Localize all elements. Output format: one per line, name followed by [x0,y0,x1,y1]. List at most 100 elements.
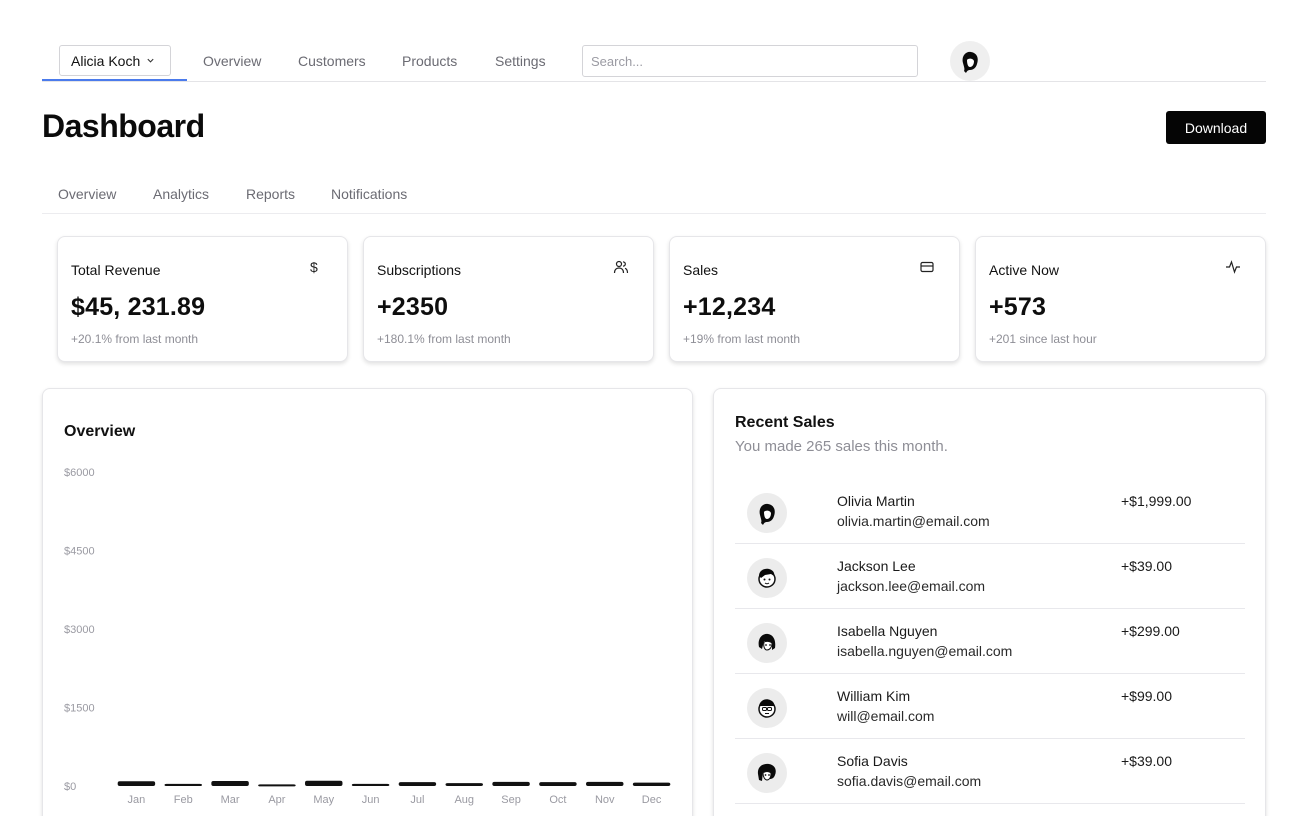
user-avatar[interactable] [950,41,990,81]
bar-jan [117,781,156,786]
stat-label: Total Revenue [71,262,161,278]
x-tick-label: Apr [268,794,285,806]
x-tick-label: Mar [221,794,240,806]
sale-row[interactable]: William Kim will@email.com +$99.00 [735,674,1245,739]
stat-change: +201 since last hour [989,332,1097,346]
bar-sep [492,781,530,786]
avatar-illustration-icon [759,503,775,525]
x-tick-label: Jan [128,794,146,806]
y-tick-label: $3000 [64,624,95,636]
sale-customer-name: William Kim [837,688,911,704]
team-switcher-label: Alicia Koch [71,52,141,69]
y-tick-label: $4500 [64,546,95,558]
stat-label: Sales [683,262,719,278]
stat-card-subscriptions: Subscriptions +2350 +180.1% from last mo… [363,236,654,362]
sale-customer-name: Jackson Lee [837,558,916,574]
avatar-illustration-icon [758,699,776,718]
x-tick-label: Nov [595,794,615,806]
x-tick-label: Dec [642,794,662,806]
bar-may [305,780,343,786]
chevron-down-icon [147,58,154,63]
recent-sales-title: Recent Sales [735,414,835,431]
sale-customer-email: isabella.nguyen@email.com [837,643,1013,659]
sale-amount: +$39.00 [1121,753,1172,769]
active-nav-underline [42,79,187,81]
sale-amount: +$1,999.00 [1121,493,1192,509]
nav-link-overview[interactable]: Overview [203,53,261,69]
y-tick-label: $6000 [64,467,95,479]
sale-customer-email: olivia.martin@email.com [837,513,990,529]
avatar [747,558,787,598]
sale-customer-name: Olivia Martin [837,493,915,509]
stat-value: +2350 [377,293,449,321]
activity-icon [1225,259,1241,275]
stat-label: Active Now [989,262,1060,278]
bar-jul [398,782,437,786]
stat-value: $45, 231.89 [71,293,206,321]
recent-sales-card: Recent Sales You made 265 sales this mon… [713,388,1266,816]
bar-oct [539,782,577,786]
svg-text:$: $ [310,259,318,275]
sale-amount: +$99.00 [1121,688,1172,704]
sale-customer-email: sofia.davis@email.com [837,773,982,789]
stat-change: +180.1% from last month [377,332,511,346]
sale-amount: +$39.00 [1121,558,1172,574]
page-title: Dashboard [42,108,205,144]
download-button[interactable]: Download [1166,111,1266,144]
tab-notifications[interactable]: Notifications [331,186,407,202]
stat-change: +20.1% from last month [71,332,199,346]
tab-analytics[interactable]: Analytics [153,186,209,202]
bar-apr [258,784,296,787]
stat-value: +12,234 [683,293,776,321]
stat-card-active-now: Active Now +573 +201 since last hour [975,236,1266,362]
stat-change: +19% from last month [683,332,801,346]
bar-dec [632,782,671,786]
avatar-illustration-icon [757,763,776,781]
x-tick-label: Sep [501,794,521,806]
avatar [747,688,787,728]
stat-label: Subscriptions [377,262,462,278]
overview-bar-chart: $6000 $4500 $3000 $1500 $0 Jan Feb Mar Apr May Jun… [64,467,671,806]
stat-card-sales: Sales +12,234 +19% from last month [669,236,960,362]
sale-customer-email: will@email.com [837,708,935,724]
bar-aug [445,783,483,786]
sale-customer-name: Isabella Nguyen [837,623,938,639]
sale-amount: +$299.00 [1121,623,1180,639]
sale-row[interactable]: Jackson Lee jackson.lee@email.com +$39.0… [735,544,1245,609]
nav-link-settings[interactable]: Settings [495,53,546,69]
sale-customer-email: jackson.lee@email.com [837,578,986,594]
dashboard-tabs: Overview Analytics Reports Notifications [42,178,1266,214]
y-tick-label: $1500 [64,703,95,715]
sale-row[interactable]: Sofia Davis sofia.davis@email.com +$39.0… [735,739,1245,804]
nav-link-customers[interactable]: Customers [298,53,366,69]
bar-nov [586,781,624,786]
avatar [747,493,787,533]
tab-reports[interactable]: Reports [246,186,295,202]
stat-value: +573 [989,293,1047,321]
credit-card-icon [919,259,935,275]
sale-row[interactable]: Olivia Martin olivia.martin@email.com +$… [735,479,1245,544]
users-icon [613,259,629,275]
sale-row[interactable]: Isabella Nguyen isabella.nguyen@email.co… [735,609,1245,674]
x-tick-label: Aug [454,794,474,806]
nav-link-products[interactable]: Products [402,53,457,69]
avatar [747,753,787,793]
x-tick-label: Feb [174,794,193,806]
sale-customer-name: Sofia Davis [837,753,908,769]
x-tick-label: May [313,794,334,806]
avatar-illustration-icon [758,568,776,588]
avatar [747,623,787,663]
x-tick-label: Oct [549,794,566,806]
avatar-illustration-icon [758,633,776,651]
overview-card: Overview $6000 $4500 $3000 $1500 $0 Jan Feb Mar… [42,388,693,816]
recent-sales-subtitle: You made 265 sales this month. [735,438,948,455]
top-navigation: Alicia Koch Overview Customers Products … [42,40,1266,82]
bar-mar [211,781,249,786]
team-switcher[interactable]: Alicia Koch [59,45,171,76]
search-input[interactable] [582,45,918,77]
bar-feb [164,783,202,786]
x-tick-label: Jun [362,794,380,806]
x-tick-label: Jul [410,794,424,806]
user-avatar-icon [962,51,978,73]
tab-overview[interactable]: Overview [58,186,116,202]
